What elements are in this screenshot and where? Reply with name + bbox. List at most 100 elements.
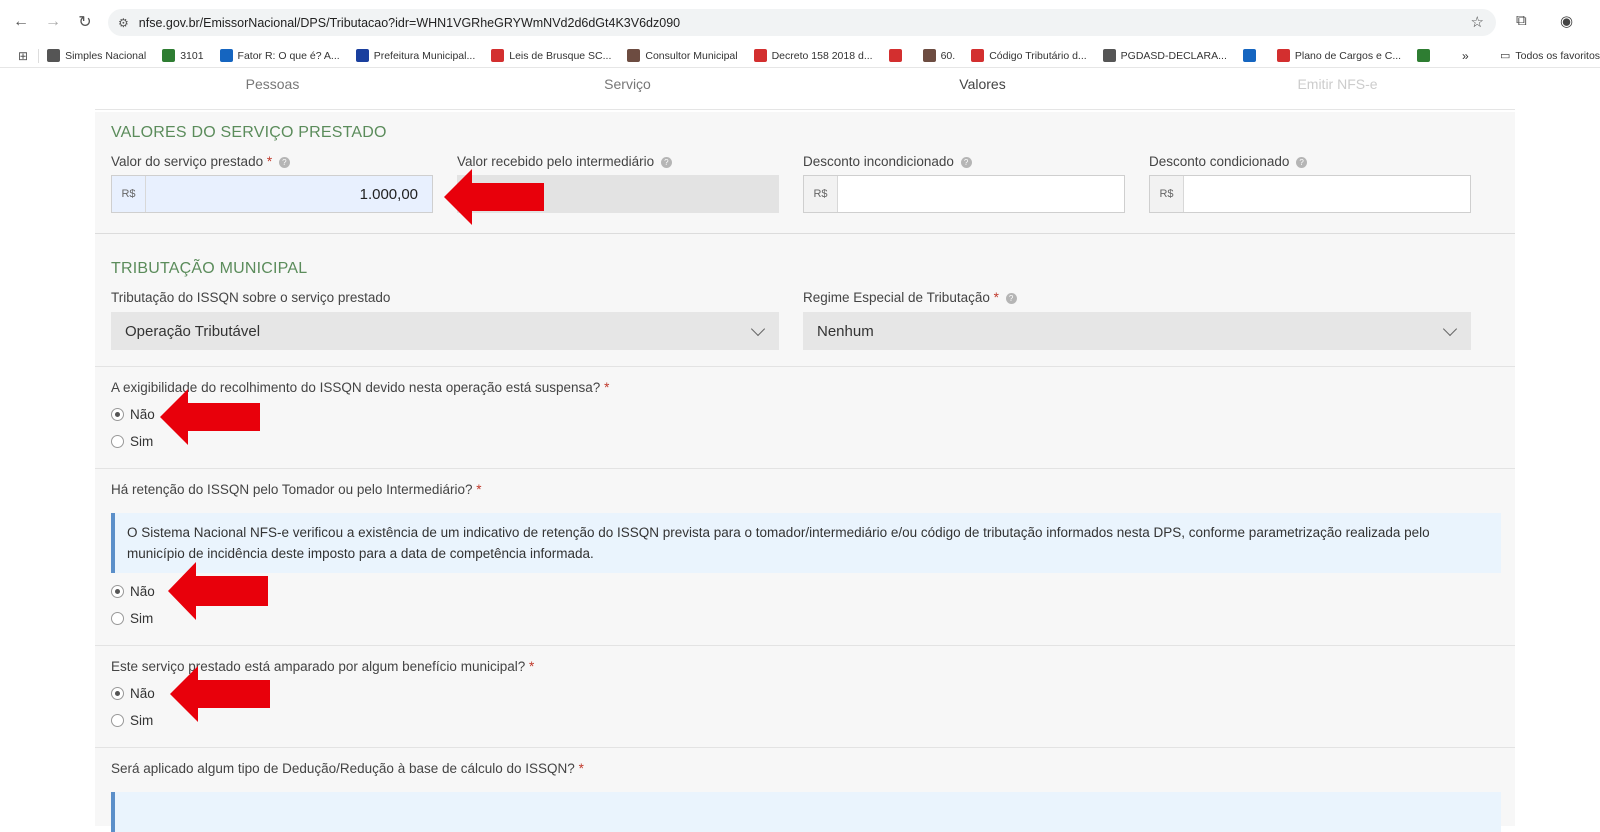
bookmark-label: Código Tributário d... [989,49,1087,62]
browser-toolbar: ← → ↻ ⚙ nfse.gov.br/EmissorNacional/DPS/… [0,0,1600,44]
retencao-question: Há retenção do ISSQN pelo Tomador ou pel… [111,482,482,497]
folder-icon: ▭ [1500,50,1511,62]
tributacao-section-title: TRIBUTAÇÃO MUNICIPAL [111,260,308,277]
bookmark-item[interactable] [1417,49,1435,62]
help-icon[interactable]: ? [1005,292,1017,304]
bookmark-item[interactable]: Simples Nacional [47,49,146,62]
bookmark-item[interactable] [1242,49,1261,62]
deducao-info-alert [111,792,1501,832]
red-arrow-icon [160,389,260,445]
bookmark-label: 3101 [180,49,204,62]
exigibilidade-sim-radio[interactable]: Sim [111,434,153,449]
currency-prefix: R$ [1150,176,1184,212]
bookmark-favicon-icon [491,49,505,62]
bookmark-item[interactable]: Prefeitura Municipal... [355,49,476,62]
bookmark-favicon-icon [971,49,985,62]
bookmark-label: Prefeitura Municipal... [373,49,476,62]
bookmark-label: Consultor Municipal [645,49,738,62]
valor-servico-label: Valor do serviço prestado * ? [111,154,290,169]
beneficio-sim-radio[interactable]: Sim [111,713,153,728]
retencao-nao-radio[interactable]: Não [111,584,155,599]
question-divider [95,366,1515,367]
bookmark-favicon-icon [162,49,176,62]
bookmark-list: Simples Nacional 3101 Fator R: O que é? A.… [47,49,1451,62]
bookmark-favicon-icon [1417,49,1431,62]
valores-section-title: VALORES DO SERVIÇO PRESTADO [111,124,387,141]
forward-icon[interactable]: → [42,11,64,33]
valor-intermediario-label: Valor recebido pelo intermediário ? [457,154,672,169]
valor-servico-value: 1.000,00 [146,176,432,212]
bookmark-favicon-icon [1276,49,1290,62]
regime-label: Regime Especial de Tributação * ? [803,290,1017,305]
bookmark-item[interactable]: Consultor Municipal [627,49,738,62]
question-divider [95,468,1515,469]
beneficio-nao-radio[interactable]: Não [111,686,155,701]
retencao-sim-radio[interactable]: Sim [111,611,153,626]
bookmark-favicon-icon [47,49,61,62]
help-icon[interactable]: ? [960,156,972,168]
bookmark-item[interactable]: Decreto 158 2018 d... [753,49,873,62]
step-valores[interactable]: Valores [805,70,1160,109]
bookmark-item[interactable]: 60. [922,49,956,62]
desconto-condicionado-label: Desconto condicionado ? [1149,154,1308,169]
radio-selected-icon [111,408,124,421]
apps-grid-icon[interactable]: ⊞ [18,49,28,63]
issqn-select-value: Operação Tributável [125,322,261,340]
bookmark-item[interactable]: PGDASD-DECLARA... [1102,49,1227,62]
red-arrow-icon [168,562,268,620]
radio-selected-icon [111,687,124,700]
bookmark-favicon-icon [888,49,902,62]
wizard-steps: Pessoas Serviço Valores Emitir NFS-e [95,70,1515,110]
radio-selected-icon [111,585,124,598]
bookmark-favicon-icon [1102,49,1116,62]
back-icon[interactable]: ← [10,11,32,33]
deducao-question: Será aplicado algum tipo de Dedução/Redu… [111,761,584,776]
profile-icon[interactable]: ◉ [1560,12,1573,30]
bookmark-item[interactable]: Código Tributário d... [971,49,1087,62]
currency-prefix: R$ [112,176,146,212]
desconto-incondicionado-label: Desconto incondicionado ? [803,154,972,169]
bookmark-item[interactable] [888,49,907,62]
red-arrow-icon [444,169,544,225]
bookmark-item[interactable]: Fator R: O que é? A... [219,49,340,62]
bookmark-label: Fator R: O que é? A... [237,49,340,62]
desconto-condicionado-input[interactable]: R$ [1149,175,1471,213]
currency-prefix: R$ [804,176,838,212]
issqn-select[interactable]: Operação Tributável [111,312,779,350]
help-icon[interactable]: ? [278,156,290,168]
section-divider [95,233,1515,234]
step-pessoas[interactable]: Pessoas [95,70,450,109]
extensions-icon[interactable]: ⧉ [1516,12,1527,29]
radio-empty-icon [111,435,124,448]
bookmark-item[interactable]: 3101 [162,49,204,62]
step-emitir: Emitir NFS-e [1297,76,1378,92]
bookmark-star-icon[interactable]: ☆ [1471,13,1484,31]
bookmark-label: Leis de Brusque SC... [509,49,612,62]
bookmark-label: Decreto 158 2018 d... [771,49,873,62]
all-favorites-label: Todos os favoritos [1515,49,1600,62]
address-bar[interactable]: ⚙ nfse.gov.br/EmissorNacional/DPS/Tribut… [108,9,1496,36]
radio-empty-icon [111,714,124,727]
bookmark-favicon-icon [753,49,767,62]
help-icon[interactable]: ? [1296,156,1308,168]
bookmark-favicon-icon [627,49,641,62]
reload-icon[interactable]: ↻ [74,11,96,33]
bookmark-favicon-icon [355,49,369,62]
bookmark-favicon-icon [1242,49,1256,62]
regime-select[interactable]: Nenhum [803,312,1471,350]
bookmarks-bar: ⊞ Simples Nacional 3101 Fator R: O que é? … [0,44,1600,68]
radio-empty-icon [111,612,124,625]
valor-servico-input[interactable]: R$ 1.000,00 [111,175,433,213]
exigibilidade-nao-radio[interactable]: Não [111,407,155,422]
more-bookmarks-button[interactable]: » [1462,49,1469,63]
retencao-info-alert: O Sistema Nacional NFS-e verificou a exi… [111,513,1501,573]
bookmark-item[interactable]: Leis de Brusque SC... [491,49,611,62]
help-icon[interactable]: ? [660,156,672,168]
all-favorites-folder[interactable]: ▭ Todos os favoritos [1500,49,1600,63]
desconto-incondicionado-input[interactable]: R$ [803,175,1125,213]
bookmark-label: 60. [940,49,956,62]
bookmark-item[interactable]: Plano de Cargos e C... [1276,49,1401,62]
step-servico[interactable]: Serviço [450,70,805,109]
site-settings-icon[interactable]: ⚙ [118,16,129,30]
bookmark-label: Simples Nacional [65,49,147,62]
